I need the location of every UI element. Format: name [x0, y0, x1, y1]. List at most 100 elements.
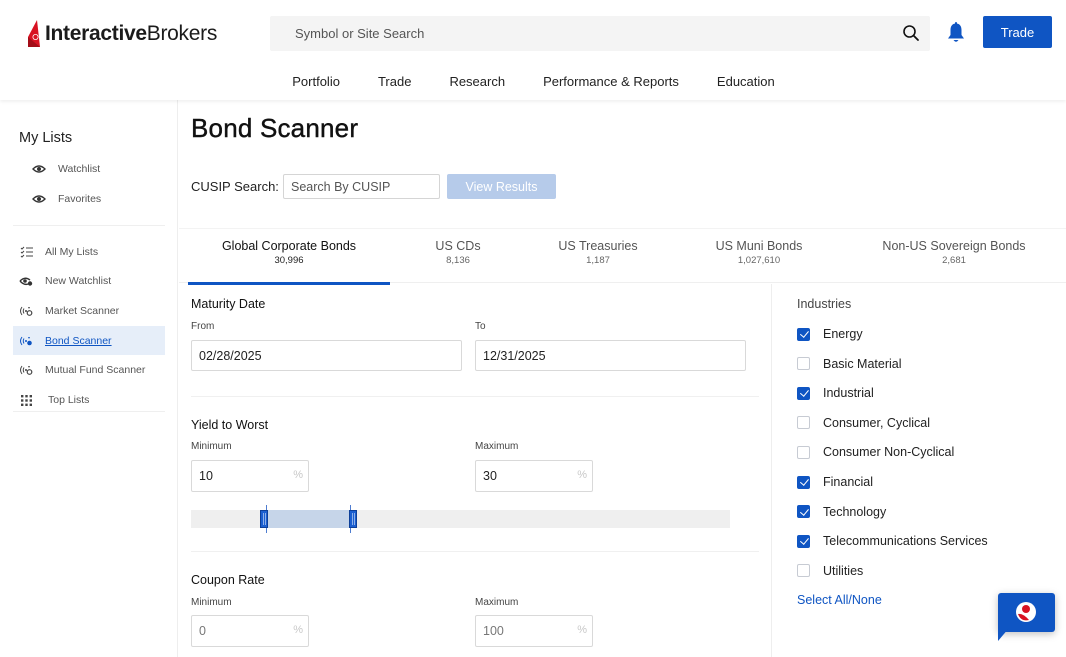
- checkbox-unchecked[interactable]: [797, 445, 810, 459]
- tab-us-muni-bonds[interactable]: US Muni Bonds 1,027,610: [694, 229, 824, 284]
- checkbox-unchecked[interactable]: [797, 357, 810, 371]
- percent-unit: %: [577, 469, 587, 481]
- industry-industrial[interactable]: Industrial: [797, 386, 874, 400]
- industry-consumer-cyclical[interactable]: Consumer, Cyclical: [797, 416, 930, 430]
- industries-title: Industries: [797, 297, 852, 311]
- tab-label: Global Corporate Bonds: [221, 239, 357, 253]
- ytw-maximum-label: Maximum: [475, 441, 519, 452]
- logo-text: InteractiveBrokers: [45, 22, 218, 45]
- checkbox-checked[interactable]: [797, 534, 810, 548]
- scanner-icon: [19, 335, 33, 347]
- nav-research[interactable]: Research: [430, 66, 524, 98]
- ytw-maximum-input[interactable]: [476, 461, 566, 491]
- industry-utilities[interactable]: Utilities: [797, 564, 863, 578]
- checklist-icon: [19, 246, 33, 258]
- site-search: [270, 16, 930, 51]
- ytw-minimum-input[interactable]: [192, 461, 282, 491]
- bell-icon[interactable]: [946, 22, 966, 44]
- industry-label: Consumer, Cyclical: [823, 415, 930, 430]
- sidebar-item-all-my-lists[interactable]: All My Lists: [19, 246, 98, 258]
- ib-logo-icon: [28, 20, 40, 47]
- cusip-search-input[interactable]: [283, 174, 440, 199]
- scanner-icon: [19, 364, 33, 376]
- top-header: InteractiveBrokers Trade Portfolio Trade…: [0, 0, 1066, 100]
- sidebar-item-new-watchlist[interactable]: New Watchlist: [19, 275, 111, 287]
- ytw-slider-selected-range: [263, 510, 353, 528]
- page-title: Bond Scanner: [191, 113, 359, 143]
- checkbox-checked[interactable]: [797, 505, 810, 519]
- nav-portfolio[interactable]: Portfolio: [273, 66, 359, 98]
- checkbox-checked[interactable]: [797, 327, 810, 341]
- yield-to-worst-title: Yield to Worst: [191, 418, 269, 432]
- sidebar-item-label: New Watchlist: [45, 275, 112, 287]
- maturity-to-input[interactable]: [475, 340, 746, 371]
- coupon-maximum-input[interactable]: [476, 616, 566, 646]
- checkbox-unchecked[interactable]: [797, 564, 810, 578]
- scanner-icon: [19, 305, 33, 317]
- section-divider: [191, 551, 759, 552]
- sidebar-item-label: Bond Scanner: [45, 335, 112, 347]
- industry-energy[interactable]: Energy: [797, 327, 863, 341]
- coupon-maximum-label: Maximum: [475, 597, 519, 608]
- column-divider: [771, 284, 772, 657]
- tab-count: 1,027,610: [737, 255, 781, 266]
- coupon-rate-title: Coupon Rate: [191, 573, 265, 587]
- tab-us-treasuries[interactable]: US Treasuries 1,187: [538, 229, 658, 284]
- site-search-input[interactable]: [270, 16, 870, 51]
- industry-label: Energy: [823, 327, 863, 341]
- ytw-minimum-label: Minimum: [191, 441, 232, 452]
- industry-label: Telecommunications Services: [823, 534, 988, 549]
- tab-us-cds[interactable]: US CDs 8,136: [408, 229, 508, 284]
- maturity-date-title: Maturity Date: [191, 297, 266, 311]
- eye-icon: [32, 193, 46, 205]
- industry-label: Consumer Non-Cyclical: [823, 445, 955, 460]
- sidebar-item-top-lists[interactable]: Top Lists: [19, 394, 89, 406]
- search-icon[interactable]: [902, 24, 920, 42]
- coupon-minimum-field: %: [191, 615, 309, 647]
- sidebar-item-label: Top Lists: [48, 394, 90, 406]
- industry-financial[interactable]: Financial: [797, 475, 873, 489]
- tab-count: 1,187: [586, 255, 610, 266]
- ib-logo[interactable]: InteractiveBrokers: [26, 16, 217, 52]
- chat-button[interactable]: [998, 593, 1055, 632]
- sidebar-item-label: Watchlist: [58, 163, 101, 175]
- ytw-slider-min-handle[interactable]: [259, 510, 268, 528]
- sidebar-item-mutual-fund-scanner[interactable]: Mutual Fund Scanner: [19, 364, 145, 376]
- sidebar-item-watchlist[interactable]: Watchlist: [32, 163, 100, 175]
- industry-basic-material[interactable]: Basic Material: [797, 357, 902, 371]
- tab-non-us-sovereign-bonds[interactable]: Non-US Sovereign Bonds 2,681: [869, 229, 1039, 284]
- sidebar-item-bond-scanner[interactable]: Bond Scanner: [19, 335, 112, 347]
- coupon-maximum-field: %: [475, 615, 593, 647]
- sidebar-item-market-scanner[interactable]: Market Scanner: [19, 305, 119, 317]
- industry-label: Basic Material: [823, 356, 902, 371]
- view-results-button[interactable]: View Results: [447, 174, 556, 199]
- industry-label: Utilities: [823, 563, 864, 578]
- sidebar-item-favorites[interactable]: Favorites: [32, 193, 101, 205]
- industry-label: Financial: [823, 475, 874, 489]
- tab-label: US CDs: [435, 239, 481, 253]
- nav-trade[interactable]: Trade: [359, 66, 430, 98]
- ytw-slider-max-handle[interactable]: [348, 510, 357, 528]
- ytw-range-slider[interactable]: [191, 505, 730, 533]
- ytw-minimum-field: %: [191, 460, 309, 492]
- industry-label: Technology: [823, 504, 887, 519]
- tab-label: Non-US Sovereign Bonds: [882, 239, 1026, 253]
- maturity-from-input[interactable]: [191, 340, 462, 371]
- tab-count: 2,681: [942, 255, 966, 266]
- checkbox-checked[interactable]: [797, 386, 810, 400]
- nav-performance-reports[interactable]: Performance & Reports: [524, 66, 698, 98]
- trade-button[interactable]: Trade: [983, 16, 1052, 48]
- bond-type-tabs: Global Corporate Bonds 30,996 US CDs 8,1…: [179, 228, 1066, 285]
- industry-technology[interactable]: Technology: [797, 505, 886, 519]
- select-all-none-link[interactable]: Select All/None: [797, 593, 882, 607]
- ytw-maximum-field: %: [475, 460, 593, 492]
- sidebar-item-label: All My Lists: [45, 246, 99, 258]
- industry-telecommunications-services[interactable]: Telecommunications Services: [797, 534, 988, 548]
- checkbox-unchecked[interactable]: [797, 416, 810, 430]
- checkbox-checked[interactable]: [797, 475, 810, 489]
- tab-global-corporate-bonds[interactable]: Global Corporate Bonds 30,996: [188, 229, 390, 285]
- chat-assistant-icon: [1016, 602, 1036, 622]
- coupon-minimum-input[interactable]: [192, 616, 282, 646]
- nav-education[interactable]: Education: [698, 66, 794, 98]
- industry-consumer-non-cyclical[interactable]: Consumer Non-Cyclical: [797, 445, 954, 459]
